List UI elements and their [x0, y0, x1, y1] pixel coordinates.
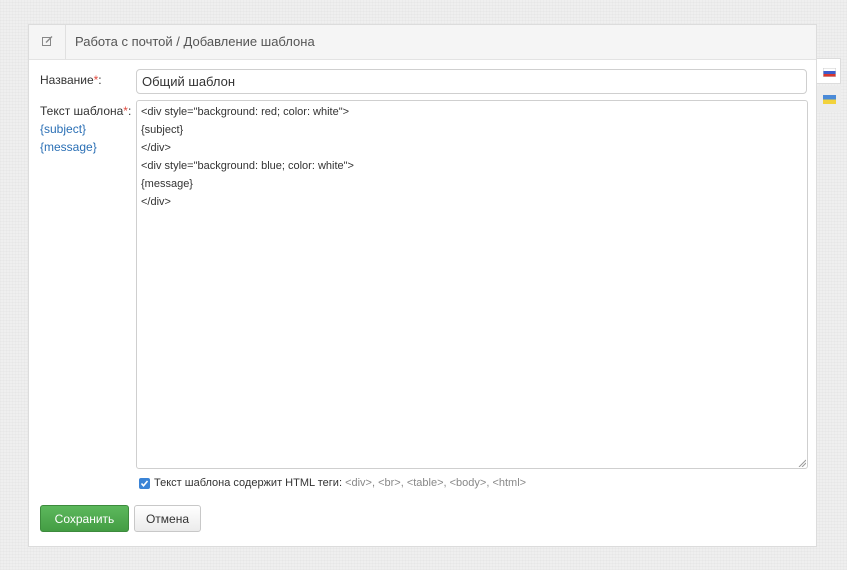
html-tags-list: <div>, <br>, <table>, <body>, <html>	[345, 477, 527, 489]
template-text-label: Текст шаблона*:	[40, 104, 131, 118]
header-icon-box	[29, 25, 66, 59]
template-text-label-text: Текст шаблона	[40, 104, 124, 118]
save-button[interactable]: Сохранить	[40, 505, 129, 532]
template-line: </div>	[141, 196, 171, 208]
page-title: Работа с почтой / Добавление шаблона	[75, 34, 315, 49]
variable-message-link[interactable]: {message}	[40, 140, 97, 154]
checkmark-icon	[140, 480, 149, 488]
name-label-text: Название	[40, 73, 94, 87]
html-tags-label-text: Текст шаблона содержит HTML теги:	[154, 477, 342, 489]
label-colon: :	[127, 104, 132, 118]
ukraine-flag-icon	[823, 95, 836, 104]
panel-header: Работа с почтой / Добавление шаблона	[29, 25, 816, 60]
variable-subject-link[interactable]: {subject}	[40, 122, 86, 136]
html-tags-checkbox[interactable]	[139, 478, 150, 489]
template-name-input[interactable]	[136, 69, 807, 94]
cancel-button[interactable]: Отмена	[134, 505, 201, 532]
template-form-panel: Работа с почтой / Добавление шаблона Наз…	[28, 24, 817, 547]
template-line: </div>	[141, 142, 171, 154]
language-tab-ua[interactable]	[817, 86, 841, 112]
language-tab-ru[interactable]	[817, 58, 841, 84]
template-line: <div style="background: blue; color: whi…	[141, 160, 354, 172]
resize-grip-icon[interactable]	[798, 459, 806, 467]
name-label: Название*:	[40, 73, 102, 87]
template-line: {subject}	[141, 124, 184, 136]
edit-icon	[42, 36, 53, 46]
template-line: <div style="background: red; color: whit…	[141, 106, 350, 118]
template-text-area[interactable]: <div style="background: red; color: whit…	[136, 100, 808, 469]
russia-flag-icon	[823, 68, 836, 77]
html-tags-checkbox-label: Текст шаблона содержит HTML теги: <div>,…	[154, 477, 526, 489]
template-line: {message}	[141, 178, 193, 190]
label-colon: :	[98, 73, 102, 87]
